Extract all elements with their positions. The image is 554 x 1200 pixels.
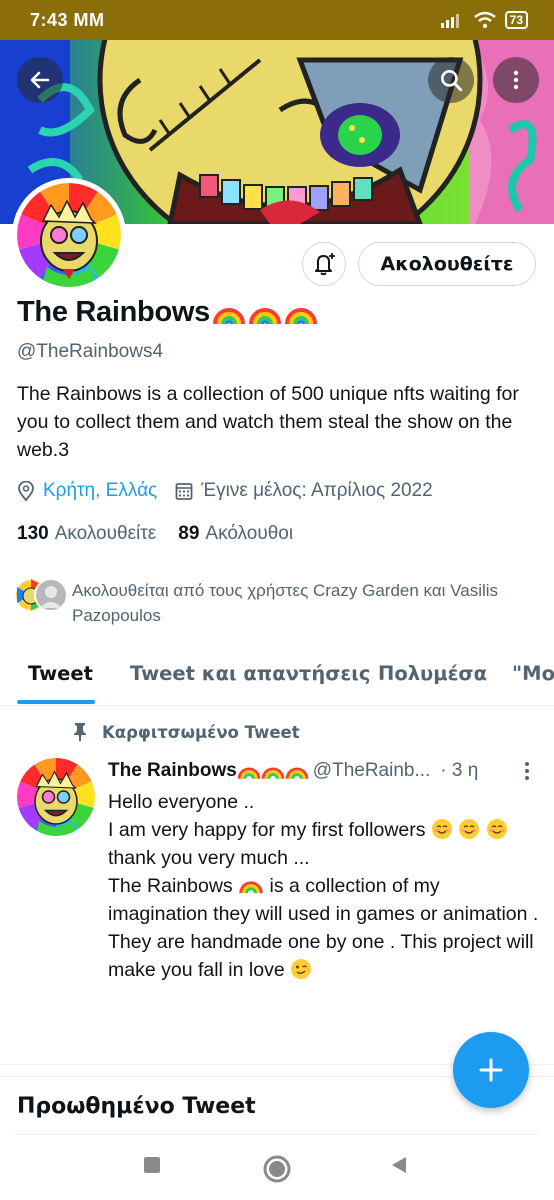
profile-meta: Κρήτη, Ελλάς Έγινε μέλος: Απρίλιος 2022 <box>17 480 433 502</box>
tweet-avatar-image <box>17 758 95 836</box>
notifications-button[interactable] <box>302 242 346 286</box>
followed-by-text: Ακολουθείται από τους χρήστες Crazy Gard… <box>72 581 499 625</box>
active-tab-indicator <box>17 700 95 704</box>
rainbow-emoji-icon <box>237 767 261 780</box>
more-vert-icon <box>513 70 519 90</box>
display-name: The Rainbows <box>17 296 318 329</box>
square-icon <box>144 1157 160 1173</box>
system-back-button[interactable] <box>388 1154 410 1181</box>
following-count-link[interactable]: 130 Ακολουθείτε <box>17 523 156 545</box>
wifi-icon <box>473 11 496 29</box>
bell-plus-icon <box>315 253 335 276</box>
rainbow-emoji-icon <box>248 307 281 324</box>
smiling-blush-emoji-icon <box>459 819 480 839</box>
promoted-tweet-heading: Προωθημένο Tweet <box>17 1094 256 1119</box>
back-arrow-icon <box>30 71 50 89</box>
following-label: Ακολουθείτε <box>54 523 157 544</box>
tab-media[interactable]: Πολυμέσα <box>378 662 487 685</box>
more-vert-icon <box>525 762 529 780</box>
calendar-icon <box>175 483 193 500</box>
rainbow-emoji-icon <box>212 307 245 324</box>
tweet-line: thank you very much ... <box>108 847 310 869</box>
following-count: 130 <box>17 523 49 544</box>
plus-icon <box>479 1058 503 1082</box>
pin-icon <box>74 723 86 741</box>
followed-by-avatars <box>14 578 70 614</box>
tweet-author-avatar[interactable] <box>17 758 95 836</box>
display-name-text: The Rainbows <box>17 296 210 328</box>
follow-counts: 130 Ακολουθείτε 89 Ακόλουθοι <box>17 523 315 545</box>
pinned-tweet-label: Καρφιτσωμένο Tweet <box>72 722 300 742</box>
tweet-body: Hello everyone .. I am very happy for my… <box>108 788 544 984</box>
triangle-back-icon <box>392 1157 406 1173</box>
pinned-tweet-text: Καρφιτσωμένο Tweet <box>102 722 300 742</box>
avatar-image <box>17 183 121 287</box>
recent-apps-button[interactable] <box>141 1154 163 1181</box>
status-icons: 73 <box>440 11 528 29</box>
signal-icon <box>440 14 459 28</box>
tweet-more-button[interactable] <box>520 760 534 787</box>
followers-count: 89 <box>178 523 200 544</box>
back-button[interactable] <box>17 57 63 103</box>
followers-label: Ακόλουθοι <box>205 523 294 544</box>
tweet-author-name[interactable]: The Rainbows <box>108 760 237 782</box>
status-time: 7:43 MM <box>30 9 105 30</box>
tab-tweet[interactable]: Tweet <box>28 662 93 685</box>
battery-indicator: 73 <box>504 11 528 29</box>
profile-joined-date: Έγινε μέλος: Απρίλιος 2022 <box>201 480 433 501</box>
more-options-button[interactable] <box>493 57 539 103</box>
rainbow-emojis <box>212 298 318 328</box>
profile-tabs: Tweet Tweet και απαντήσεις Πολυμέσα "Μου <box>0 648 554 706</box>
winking-face-emoji-icon <box>291 959 312 979</box>
follower-avatar-2 <box>34 578 68 612</box>
search-button[interactable] <box>428 57 474 103</box>
tab-likes[interactable]: "Μου <box>512 662 554 685</box>
search-icon <box>441 70 463 92</box>
profile-bio: The Rainbows is a collection of 500 uniq… <box>17 383 519 461</box>
profile-location[interactable]: Κρήτη, Ελλάς <box>43 480 157 502</box>
rainbow-emoji-icon <box>239 881 263 894</box>
tweet-author-handle: @TheRainb... <box>312 760 431 781</box>
tweet-line-with-emoji: I am very happy for my first followers <box>108 816 544 844</box>
tweet-line-with-emoji: The Rainbows is a collection of my imagi… <box>108 875 539 925</box>
compose-tweet-button[interactable] <box>453 1032 529 1108</box>
followers-count-link[interactable]: 89 Ακόλουθοι <box>178 523 293 545</box>
divider <box>15 1134 539 1135</box>
following-button[interactable]: Ακολουθείτε <box>358 242 536 286</box>
rainbow-emoji-icon <box>285 767 309 780</box>
profile-avatar[interactable] <box>12 178 126 292</box>
status-bar: 7:43 MM 73 <box>0 0 554 40</box>
smiling-blush-emoji-icon <box>486 819 507 839</box>
tweet-header: The Rainbows @TheRainb... · 3 η <box>108 760 538 782</box>
rainbow-emoji-icon <box>261 767 285 780</box>
tab-tweets-and-replies[interactable]: Tweet και απαντήσεις <box>130 662 370 685</box>
profile-handle: @TheRainbows4 <box>17 341 164 362</box>
home-button[interactable] <box>262 1154 292 1189</box>
tweet-line-with-emoji: They are handmade one by one . This proj… <box>108 931 534 981</box>
followed-by-row[interactable]: Ακολουθείται από τους χρήστες Crazy Gard… <box>14 578 532 628</box>
circle-icon <box>263 1155 291 1183</box>
system-nav-bar <box>0 1140 554 1200</box>
tweet-line: Hello everyone .. <box>108 791 255 813</box>
tweet-timestamp: · 3 η <box>440 760 479 781</box>
rainbow-emoji-icon <box>284 307 317 324</box>
smiling-blush-emoji-icon <box>431 819 452 839</box>
location-pin-icon <box>18 481 34 501</box>
